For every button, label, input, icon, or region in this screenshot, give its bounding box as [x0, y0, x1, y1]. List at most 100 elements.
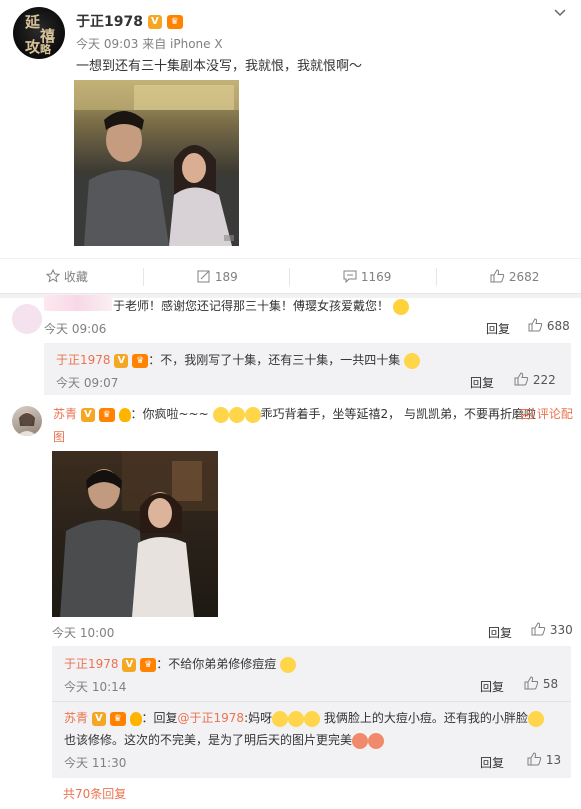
- like-button[interactable]: 2682: [490, 259, 539, 295]
- author-line: 于正1978 V ♛: [76, 11, 183, 31]
- verified-v-icon: V: [122, 657, 137, 672]
- author-avatar[interactable]: 延 禧 攻 略: [13, 7, 65, 59]
- commenter-avatar[interactable]: [12, 304, 42, 334]
- sub-reply-time: 今天 09:07: [56, 376, 119, 390]
- sub-reply-time: 今天 11:30: [64, 756, 127, 770]
- comment-button[interactable]: 1169: [343, 259, 391, 295]
- laughing-emoji-icon: [244, 406, 261, 423]
- comment-body: ：你疯啦~~~: [130, 407, 209, 421]
- star-icon: [45, 268, 61, 283]
- sub-reply-author[interactable]: 苏青: [64, 711, 88, 725]
- shy-emoji-icon: [352, 732, 369, 749]
- laughing-emoji-icon: [527, 710, 544, 727]
- post-photo[interactable]: [74, 80, 239, 246]
- sub-reply-body: ：不给你弟弟修修痘痘: [156, 657, 277, 671]
- comment-image-link[interactable]: 评论配: [521, 405, 573, 422]
- reply-button[interactable]: 回复: [486, 320, 510, 337]
- comment-time: 今天 10:00: [52, 626, 115, 640]
- sub-reply-author[interactable]: 于正1978: [64, 657, 119, 671]
- laughing-emoji-icon: [212, 406, 229, 423]
- comment-icon: [343, 270, 357, 284]
- verified-v-icon: V: [114, 353, 129, 368]
- laughing-emoji-icon: [304, 710, 321, 727]
- comment-text: 苏青 V ♛ ：你疯啦~~~ 乖巧背着手，坐等延禧2， 与凯凯弟，不要再折磨啦: [53, 405, 536, 423]
- reply-button[interactable]: 回复: [470, 374, 494, 391]
- vip-crown-icon: ♛: [98, 407, 115, 422]
- sub-reply-time: 今天 10:14: [64, 680, 127, 694]
- lightbulb-icon: [118, 407, 131, 422]
- comment-like-button[interactable]: 330: [531, 622, 573, 637]
- comment-like-count: 13: [545, 753, 562, 767]
- reply-button[interactable]: 回复: [480, 678, 504, 695]
- comment-count: 1169: [360, 270, 392, 284]
- sub-reply-body: :妈呀: [244, 711, 273, 725]
- favorite-button[interactable]: 收藏: [45, 259, 88, 295]
- repost-icon: [197, 270, 210, 283]
- comment-like-button[interactable]: 13: [527, 752, 561, 767]
- commenter-avatar[interactable]: [12, 406, 42, 436]
- sub-reply-body: 也该修修。这次的不完美，是为了明后天的图片更完美: [64, 733, 353, 747]
- verified-v-icon: V: [147, 15, 162, 29]
- like-count: 2682: [508, 270, 540, 284]
- action-separator: [143, 268, 144, 286]
- action-separator: [436, 268, 437, 286]
- thumbs-up-icon: [528, 318, 543, 332]
- thumbs-up-icon: [527, 752, 542, 766]
- comment-image-link-label: 评论配: [536, 407, 573, 421]
- commenter-name[interactable]: 苏青: [53, 407, 77, 421]
- verified-v-icon: V: [80, 407, 95, 422]
- view-more-replies-link[interactable]: 共70条回复: [63, 785, 126, 802]
- post-action-bar: 收藏 189 1169 2682: [0, 258, 581, 294]
- comment-like-button[interactable]: 58: [524, 676, 558, 691]
- comment-like-count: 688: [546, 319, 570, 333]
- crying-emoji-icon: [392, 298, 409, 315]
- post-photo-illustration: [74, 80, 239, 246]
- sub-reply-author[interactable]: 于正1978: [56, 353, 111, 367]
- laughing-emoji-icon: [288, 710, 305, 727]
- author-name[interactable]: 于正1978: [76, 14, 143, 30]
- thumbs-up-icon: [490, 269, 505, 283]
- vip-crown-icon: ♛: [166, 15, 183, 29]
- comment-like-button[interactable]: 222: [514, 372, 556, 387]
- avatar-logo-glyph: 略: [40, 43, 51, 56]
- repost-button[interactable]: 189: [197, 259, 238, 295]
- vip-crown-icon: ♛: [109, 711, 126, 726]
- sub-reply-text: 于正1978 V ♛ ：不给你弟弟修修痘痘: [64, 655, 297, 673]
- image-icon: [521, 409, 533, 419]
- chevron-down-icon[interactable]: [553, 6, 567, 20]
- comment-photo-illustration: [60, 451, 218, 617]
- laughing-emoji-icon: [228, 406, 245, 423]
- thumbs-up-icon: [524, 676, 539, 690]
- comment-time: 今天 09:06: [44, 322, 107, 336]
- reply-button[interactable]: 回复: [480, 754, 504, 771]
- comment-photo[interactable]: [52, 451, 218, 617]
- post-time-source: 今天 09:03 来自 iPhone X: [76, 37, 223, 51]
- comment-image-link-cont[interactable]: 图: [53, 428, 65, 445]
- comment-like-button[interactable]: 688: [528, 318, 570, 333]
- reply-button[interactable]: 回复: [488, 624, 512, 641]
- comment-like-count: 58: [542, 677, 559, 691]
- sub-reply-text: 苏青 V ♛ ：回复@于正1978:妈呀 我俩脸上的大痘小痘。还有我的小胖脸: [64, 709, 544, 727]
- mention-link[interactable]: @于正1978: [178, 711, 245, 725]
- sub-reply-body: 我俩脸上的大痘小痘。还有我的小胖脸: [320, 711, 528, 725]
- shy-emoji-icon: [368, 732, 385, 749]
- sub-reply-body: ：不，我刚写了十集，还有三十集，一共四十集: [148, 353, 401, 367]
- comment-text: 于老师！感谢您还记得那三十集！傅璎女孩爱戴您！: [113, 297, 409, 315]
- action-separator: [289, 268, 290, 286]
- avatar-illustration: [17, 412, 37, 436]
- comment-body: 于老师！感谢您还记得那三十集！傅璎女孩爱戴您！: [113, 299, 390, 313]
- avatar-logo-glyph: 攻: [25, 38, 41, 56]
- laughing-emoji-icon: [404, 352, 421, 369]
- comment-body-cont: 乖巧背着手，坐等延禧2， 与凯凯弟，不要再折磨啦: [260, 407, 536, 421]
- avatar-logo-glyph: 延: [25, 13, 41, 31]
- comment-like-count: 222: [532, 373, 556, 387]
- sub-reply-body: ：回复: [141, 711, 178, 725]
- thumbs-up-icon: [514, 372, 529, 386]
- lightbulb-icon: [129, 711, 142, 726]
- commenter-name-blurred: [44, 295, 112, 311]
- vip-crown-icon: ♛: [140, 657, 157, 672]
- repost-count: 189: [214, 270, 238, 284]
- sub-reply-divider: [52, 701, 571, 702]
- thinking-emoji-icon: [280, 656, 297, 673]
- laughing-emoji-icon: [272, 710, 289, 727]
